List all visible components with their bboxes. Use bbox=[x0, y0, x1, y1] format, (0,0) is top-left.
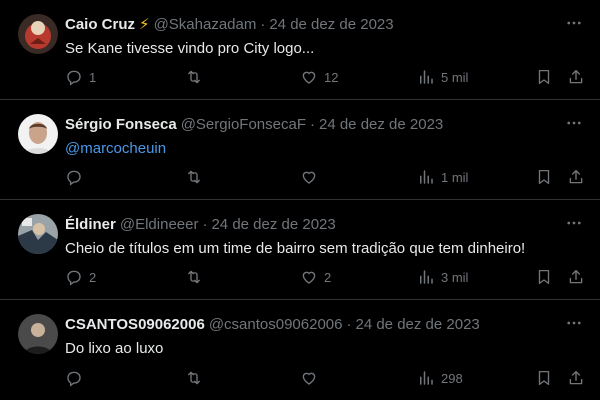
separator: · bbox=[202, 215, 208, 233]
like-button[interactable] bbox=[300, 369, 324, 387]
retweet-button[interactable] bbox=[185, 68, 209, 86]
bookmark-icon bbox=[535, 268, 553, 286]
bookmark-button[interactable] bbox=[535, 369, 553, 387]
views-button[interactable]: 5 mil bbox=[417, 68, 468, 86]
retweet-icon bbox=[185, 68, 203, 86]
reply-count: 1 bbox=[89, 69, 97, 85]
avatar[interactable] bbox=[18, 314, 58, 354]
like-button[interactable] bbox=[300, 168, 324, 186]
bookmark-button[interactable] bbox=[535, 168, 553, 186]
retweet-icon bbox=[185, 369, 203, 387]
reply-count: 2 bbox=[89, 269, 97, 285]
tweet-text: Do lixo ao luxo bbox=[65, 340, 164, 357]
view-count: 298 bbox=[441, 370, 463, 386]
heart-icon bbox=[300, 68, 318, 86]
separator: · bbox=[346, 315, 352, 333]
bookmark-button[interactable] bbox=[535, 68, 553, 86]
views-button[interactable]: 298 bbox=[417, 369, 463, 387]
bar-chart-icon bbox=[417, 369, 435, 387]
retweet-icon bbox=[185, 168, 203, 186]
reply-icon bbox=[65, 168, 83, 186]
lightning-icon: ⚡ bbox=[139, 16, 150, 33]
like-count: 12 bbox=[324, 69, 339, 85]
mention-link[interactable]: @marcocheuin bbox=[65, 139, 584, 159]
author-name[interactable]: CSANTOS09062006 bbox=[65, 316, 205, 333]
share-icon bbox=[567, 68, 585, 86]
heart-icon bbox=[300, 168, 318, 186]
avatar[interactable] bbox=[18, 214, 58, 254]
more-options-icon[interactable] bbox=[564, 213, 584, 233]
view-count: 1 mil bbox=[441, 169, 469, 185]
reply-button[interactable]: 1 bbox=[65, 68, 96, 86]
author-handle[interactable]: @Skahazadam bbox=[154, 16, 257, 33]
separator: · bbox=[309, 115, 315, 133]
bar-chart-icon bbox=[417, 168, 435, 186]
tweet-date[interactable]: 24 de dez de 2023 bbox=[269, 16, 393, 33]
views-button[interactable]: 1 mil bbox=[417, 168, 468, 186]
share-icon bbox=[567, 369, 585, 387]
bookmark-button[interactable] bbox=[535, 268, 553, 286]
bar-chart-icon bbox=[417, 68, 435, 86]
retweet-icon bbox=[185, 268, 203, 286]
tweet-date[interactable]: 24 de dez de 2023 bbox=[355, 316, 479, 333]
reply-icon bbox=[65, 68, 83, 86]
share-icon bbox=[567, 268, 585, 286]
like-button[interactable]: 12 bbox=[300, 68, 338, 86]
tweet[interactable]: Sérgio Fonseca @SergioFonsecaF · 24 de d… bbox=[0, 100, 600, 200]
retweet-button[interactable] bbox=[185, 268, 209, 286]
share-button[interactable] bbox=[567, 168, 585, 186]
tweet-text: Cheio de títulos em um time de bairro se… bbox=[65, 240, 526, 257]
share-button[interactable] bbox=[567, 68, 585, 86]
bookmark-icon bbox=[535, 369, 553, 387]
tweet[interactable]: CSANTOS09062006 @csantos09062006 · 24 de… bbox=[0, 300, 600, 400]
reply-button[interactable]: 2 bbox=[65, 268, 96, 286]
author-name[interactable]: Sérgio Fonseca bbox=[65, 116, 177, 133]
share-button[interactable] bbox=[567, 268, 585, 286]
retweet-button[interactable] bbox=[185, 369, 209, 387]
author-handle[interactable]: @SergioFonsecaF bbox=[181, 116, 306, 133]
like-button[interactable]: 2 bbox=[300, 268, 331, 286]
bookmark-icon bbox=[535, 168, 553, 186]
author-name[interactable]: Éldiner bbox=[65, 216, 116, 233]
avatar[interactable] bbox=[18, 114, 58, 154]
bookmark-icon bbox=[535, 68, 553, 86]
more-options-icon[interactable] bbox=[564, 113, 584, 133]
reply-button[interactable] bbox=[65, 168, 89, 186]
tweet-date[interactable]: 24 de dez de 2023 bbox=[319, 116, 443, 133]
share-button[interactable] bbox=[567, 369, 585, 387]
heart-icon bbox=[300, 268, 318, 286]
more-options-icon[interactable] bbox=[564, 13, 584, 33]
reply-icon bbox=[65, 268, 83, 286]
tweet[interactable]: Éldiner @Eldineeer · 24 de dez de 2023 C… bbox=[0, 200, 600, 300]
view-count: 5 mil bbox=[441, 69, 469, 85]
heart-icon bbox=[300, 369, 318, 387]
more-options-icon[interactable] bbox=[564, 313, 584, 333]
tweet-date[interactable]: 24 de dez de 2023 bbox=[211, 216, 335, 233]
author-handle[interactable]: @Eldineeer bbox=[120, 216, 199, 233]
tweet[interactable]: Caio Cruz ⚡ @Skahazadam · 24 de dez de 2… bbox=[0, 0, 600, 100]
author-name[interactable]: Caio Cruz bbox=[65, 16, 135, 33]
tweet-text: Se Kane tivesse vindo pro City logo... bbox=[65, 40, 315, 57]
share-icon bbox=[567, 168, 585, 186]
retweet-button[interactable] bbox=[185, 168, 209, 186]
avatar[interactable] bbox=[18, 14, 58, 54]
reply-button[interactable] bbox=[65, 369, 89, 387]
bar-chart-icon bbox=[417, 268, 435, 286]
view-count: 3 mil bbox=[441, 269, 469, 285]
reply-feed: Caio Cruz ⚡ @Skahazadam · 24 de dez de 2… bbox=[0, 0, 600, 400]
author-handle[interactable]: @csantos09062006 bbox=[209, 316, 343, 333]
views-button[interactable]: 3 mil bbox=[417, 268, 468, 286]
like-count: 2 bbox=[324, 269, 332, 285]
separator: · bbox=[260, 15, 266, 33]
reply-icon bbox=[65, 369, 83, 387]
